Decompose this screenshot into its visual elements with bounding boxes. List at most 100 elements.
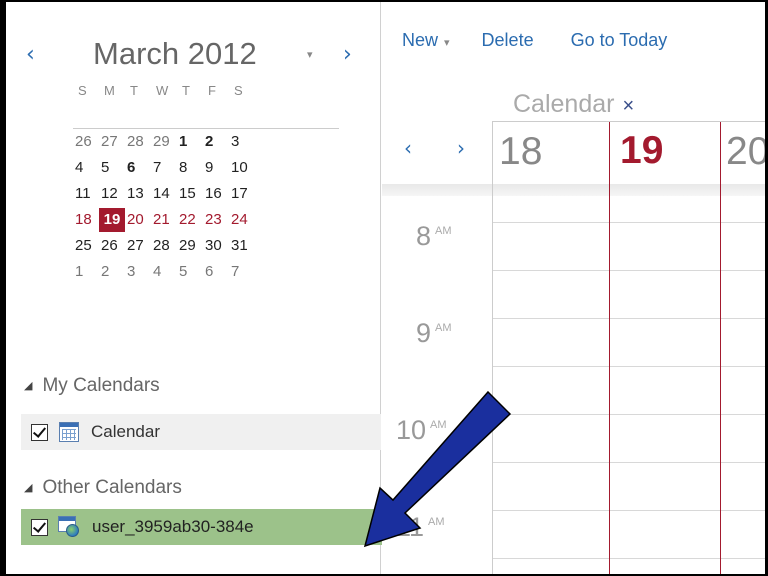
calendar-day[interactable]: 5: [99, 156, 125, 180]
calendar-day[interactable]: 24: [229, 208, 255, 232]
calendar-day[interactable]: 6: [125, 156, 151, 180]
shared-calendar-list-item[interactable]: user_3959ab30-384e: [21, 509, 391, 545]
calendar-day[interactable]: 26: [73, 130, 99, 154]
previous-day-button[interactable]: ‹: [404, 136, 412, 160]
calendar-day[interactable]: 29: [151, 130, 177, 154]
calendar-list-item[interactable]: Calendar: [21, 414, 381, 450]
other-calendars-header[interactable]: ◢ Other Calendars: [24, 477, 182, 499]
delete-button[interactable]: Delete: [482, 30, 534, 51]
hour-number: 11: [396, 512, 425, 542]
month-title[interactable]: March 2012: [93, 36, 257, 72]
calendar-day-today[interactable]: 19: [99, 208, 125, 232]
calendar-week: 11 12 13 14 15 16 17: [73, 181, 339, 207]
calendar-day[interactable]: 18: [73, 208, 99, 232]
calendar-day[interactable]: 5: [177, 260, 203, 284]
hour-label: 8 AM: [416, 221, 452, 252]
calendar-checkbox[interactable]: [31, 518, 48, 536]
hour-number: 10: [396, 415, 427, 445]
calendar-week-current: 18 19 20 21 22 23 24: [73, 207, 339, 233]
calendar-day[interactable]: 21: [151, 208, 177, 232]
collapse-icon[interactable]: ◢: [24, 481, 32, 494]
calendar-checkbox[interactable]: [31, 423, 48, 441]
calendar-day[interactable]: 1: [73, 260, 99, 284]
calendar-day[interactable]: 12: [99, 182, 125, 206]
navigation-pane: ‹ March 2012 ▾ › S M T W T F S 26 27 28 …: [6, 2, 391, 574]
calendar-day[interactable]: 6: [203, 260, 229, 284]
calendar-day[interactable]: 23: [203, 208, 229, 232]
calendar-day[interactable]: 4: [73, 156, 99, 180]
calendar-day[interactable]: 13: [125, 182, 151, 206]
my-calendars-header[interactable]: ◢ My Calendars: [24, 375, 160, 397]
calendar-day[interactable]: 10: [229, 156, 255, 180]
calendar-day[interactable]: 11: [73, 182, 99, 206]
outlook-calendar-window: ‹ March 2012 ▾ › S M T W T F S 26 27 28 …: [3, 2, 765, 574]
weekday-header: S M T W T F S: [73, 83, 255, 98]
close-icon[interactable]: ×: [622, 95, 634, 117]
next-day-button[interactable]: ›: [457, 136, 465, 160]
hour-number: 9: [416, 318, 432, 348]
calendar-day[interactable]: 3: [125, 260, 151, 284]
my-calendars-label: My Calendars: [42, 375, 160, 396]
calendar-icon: [59, 422, 79, 442]
calendar-day[interactable]: 22: [177, 208, 203, 232]
weekday-label: S: [78, 83, 87, 98]
calendar-week: 1 2 3 4 5 6 7: [73, 259, 339, 285]
day-number-today[interactable]: 19: [620, 129, 663, 173]
calendar-day[interactable]: 30: [203, 234, 229, 258]
calendar-day[interactable]: 16: [203, 182, 229, 206]
other-calendars-label: Other Calendars: [42, 477, 182, 498]
calendar-day[interactable]: 27: [99, 130, 125, 154]
weekday-label: T: [130, 83, 138, 98]
hour-label: 10 AM: [396, 415, 447, 446]
go-to-today-button[interactable]: Go to Today: [571, 30, 668, 51]
calendar-day[interactable]: 20: [125, 208, 151, 232]
new-button-label: New: [402, 30, 439, 50]
calendar-day[interactable]: 15: [177, 182, 203, 206]
hour-ampm: AM: [428, 516, 445, 528]
calendar-day[interactable]: 9: [203, 156, 229, 180]
month-dropdown-icon[interactable]: ▾: [307, 48, 313, 61]
new-button[interactable]: New ▾: [402, 30, 450, 51]
collapse-icon[interactable]: ◢: [24, 379, 32, 392]
calendar-day[interactable]: 28: [151, 234, 177, 258]
day-number[interactable]: 20: [726, 130, 765, 174]
calendar-week: 25 26 27 28 29 30 31: [73, 233, 339, 259]
calendar-day[interactable]: 3: [229, 130, 255, 154]
calendar-day[interactable]: 31: [229, 234, 255, 258]
calendar-day[interactable]: 17: [229, 182, 255, 206]
day-column[interactable]: 20: [721, 122, 765, 574]
calendar-day[interactable]: 7: [229, 260, 255, 284]
calendar-day[interactable]: 1: [177, 130, 203, 154]
calendar-day[interactable]: 7: [151, 156, 177, 180]
calendar-day[interactable]: 26: [99, 234, 125, 258]
weekday-label: M: [104, 83, 115, 98]
calendar-day[interactable]: 29: [177, 234, 203, 258]
weekday-label: S: [234, 83, 243, 98]
calendar-day[interactable]: 4: [151, 260, 177, 284]
day-column-today[interactable]: 19: [609, 122, 721, 574]
calendar-day[interactable]: 28: [125, 130, 151, 154]
calendar-day[interactable]: 27: [125, 234, 151, 258]
shared-calendar-globe-icon: [58, 516, 80, 538]
calendar-item-label: Calendar: [91, 422, 160, 441]
day-grid[interactable]: 18 19 20: [492, 121, 765, 574]
weekday-label: T: [182, 83, 190, 98]
calendar-day[interactable]: 2: [203, 130, 229, 154]
previous-month-button[interactable]: ‹: [26, 42, 35, 67]
calendar-day[interactable]: 2: [99, 260, 125, 284]
day-column[interactable]: 18: [493, 122, 609, 574]
calendar-week: 26 27 28 29 1 2 3: [73, 129, 339, 155]
calendar-week: 4 5 6 7 8 9 10: [73, 155, 339, 181]
hour-ampm: AM: [430, 419, 447, 431]
weekday-label: F: [208, 83, 216, 98]
calendar-day[interactable]: 14: [151, 182, 177, 206]
calendar-day-view: New ▾ Delete Go to Today Calendar × ‹ › 18…: [382, 2, 765, 574]
weekday-label: W: [156, 83, 169, 98]
calendar-tab-label: Calendar: [513, 90, 615, 118]
next-month-button[interactable]: ›: [343, 42, 352, 67]
calendar-day[interactable]: 25: [73, 234, 99, 258]
calendar-item-label: user_3959ab30-384e: [92, 517, 254, 536]
calendar-day[interactable]: 8: [177, 156, 203, 180]
day-number[interactable]: 18: [499, 130, 542, 174]
calendar-tab[interactable]: Calendar ×: [513, 90, 634, 119]
